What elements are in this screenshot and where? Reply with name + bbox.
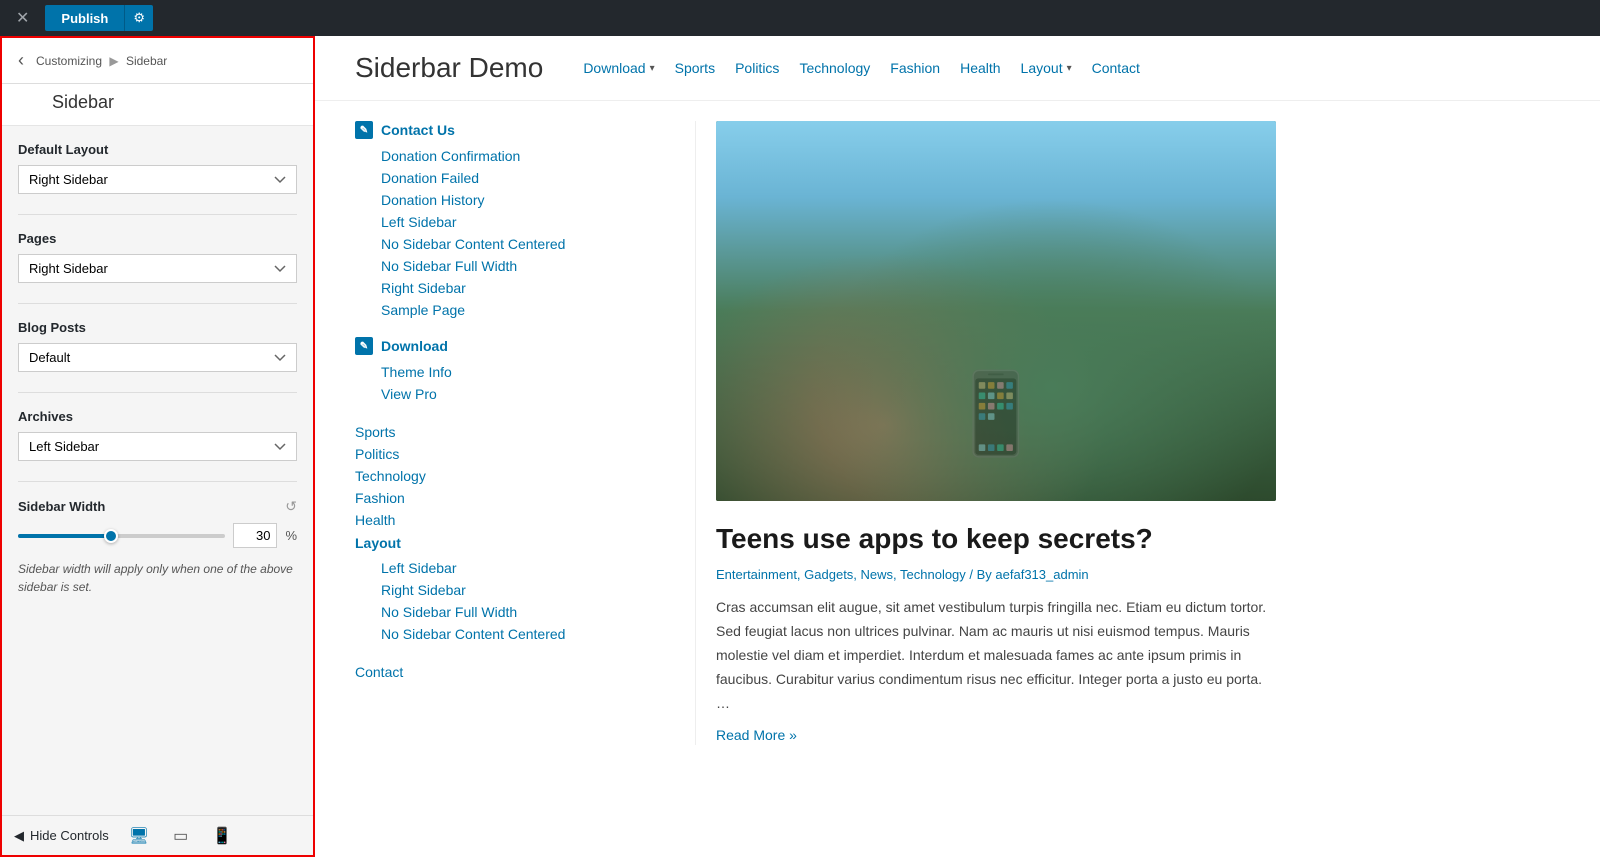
sidebar-item-contact[interactable]: Contact (355, 661, 665, 683)
default-layout-group: Default Layout Right Sidebar Left Sideba… (18, 142, 297, 194)
nav-item-fashion[interactable]: Fashion (890, 60, 940, 76)
sidebar-section-layout: Layout Left Sidebar Right Sidebar No Sid… (355, 535, 665, 645)
blog-posts-group: Blog Posts Default Right Sidebar Left Si… (18, 320, 297, 372)
content-wrapper: ✎ Contact Us Donation Confirmation Donat… (315, 101, 1600, 765)
gear-button[interactable]: ⚙ (124, 5, 153, 31)
sidebar-section-download: ✎ Download Theme Info View Pro (355, 337, 665, 405)
hide-controls-icon: ◀ (14, 828, 24, 844)
default-layout-label: Default Layout (18, 142, 297, 157)
blog-posts-select[interactable]: Default Right Sidebar Left Sidebar No Si… (18, 343, 297, 372)
breadcrumb-start: Customizing (36, 54, 102, 68)
sidebar-item-left-sidebar[interactable]: Left Sidebar (381, 211, 665, 233)
sidebar-item-theme-info[interactable]: Theme Info (381, 361, 665, 383)
sidebar-width-section: Sidebar Width ↺ % Sidebar width will app… (18, 498, 297, 596)
archives-group: Archives Left Sidebar Right Sidebar No S… (18, 409, 297, 461)
article-image (716, 121, 1276, 501)
nav-item-download[interactable]: Download ▾ (583, 60, 654, 76)
article-title: Teens use apps to keep secrets? (716, 521, 1560, 557)
sidebar-item-layout-no-centered[interactable]: No Sidebar Content Centered (381, 623, 665, 645)
sidebar-nav: ✎ Contact Us Donation Confirmation Donat… (355, 121, 695, 745)
main-container: ‹ Customizing ▶ Sidebar Sidebar Default … (0, 36, 1600, 857)
sidebar-item-sample-page[interactable]: Sample Page (381, 299, 665, 321)
sidebar-item-donation-confirmation[interactable]: Donation Confirmation (381, 145, 665, 167)
customizer-panel: ‹ Customizing ▶ Sidebar Sidebar Default … (0, 36, 315, 857)
slider-thumb[interactable] (104, 529, 118, 543)
edit-icon-download: ✎ (355, 337, 373, 355)
panel-header: ‹ Customizing ▶ Sidebar (2, 38, 313, 84)
sidebar-item-view-pro[interactable]: View Pro (381, 383, 665, 405)
desktop-device-button[interactable]: 🖥 (125, 822, 153, 850)
site-header: Siderbar Demo Download ▾ Sports Politics… (315, 36, 1600, 101)
bottom-bar: ◀ Hide Controls 🖥 ▭ 📱 (2, 815, 313, 855)
sidebar-item-layout-left[interactable]: Left Sidebar (381, 557, 665, 579)
tablet-device-button[interactable]: ▭ (169, 822, 192, 850)
sidebar-sub-items-layout: Left Sidebar Right Sidebar No Sidebar Fu… (355, 557, 665, 645)
sidebar-item-fashion[interactable]: Fashion (355, 487, 665, 509)
breadcrumb-arrow: ▶ (109, 54, 122, 68)
pages-select[interactable]: Right Sidebar Left Sidebar No Sidebar Fu… (18, 254, 297, 283)
read-more-link[interactable]: Read More » (716, 727, 797, 743)
sidebar-item-no-sidebar-content-centered[interactable]: No Sidebar Content Centered (381, 233, 665, 255)
sidebar-item-sports[interactable]: Sports (355, 421, 665, 443)
sidebar-item-donation-failed[interactable]: Donation Failed (381, 167, 665, 189)
preview-area: Siderbar Demo Download ▾ Sports Politics… (315, 36, 1600, 857)
archives-label: Archives (18, 409, 297, 424)
back-button[interactable]: ‹ (18, 50, 24, 71)
sidebar-sub-items-contact: Donation Confirmation Donation Failed Do… (355, 145, 665, 321)
sidebar-item-right-sidebar[interactable]: Right Sidebar (381, 277, 665, 299)
hide-controls-label: Hide Controls (30, 828, 109, 843)
sidebar-sub-items-download: Theme Info View Pro (355, 361, 665, 405)
archives-select[interactable]: Left Sidebar Right Sidebar No Sidebar Fu… (18, 432, 297, 461)
sidebar-section-layout-title: Layout (355, 535, 665, 551)
panel-content: Default Layout Right Sidebar Left Sideba… (2, 126, 313, 815)
slider-note: Sidebar width will apply only when one o… (18, 560, 297, 596)
nav-item-layout[interactable]: Layout ▾ (1021, 60, 1072, 76)
panel-title: Sidebar (2, 84, 313, 126)
sidebar-item-donation-history[interactable]: Donation History (381, 189, 665, 211)
close-button[interactable]: ✕ (8, 4, 37, 32)
nav-dropdown-arrow-layout: ▾ (1067, 63, 1072, 74)
publish-group: Publish ⚙ (45, 5, 153, 31)
site-title: Siderbar Demo (355, 52, 543, 84)
slider-row: % (18, 523, 297, 548)
refresh-icon[interactable]: ↺ (285, 498, 297, 515)
pages-label: Pages (18, 231, 297, 246)
article-meta: Entertainment, Gadgets, News, Technology… (716, 567, 1560, 582)
pages-group: Pages Right Sidebar Left Sidebar No Side… (18, 231, 297, 283)
nav-item-sports[interactable]: Sports (675, 60, 715, 76)
sidebar-item-no-sidebar-full-width[interactable]: No Sidebar Full Width (381, 255, 665, 277)
sidebar-section-download-title[interactable]: ✎ Download (355, 337, 665, 355)
slider-track[interactable] (18, 534, 225, 538)
mobile-device-button[interactable]: 📱 (208, 822, 236, 850)
sidebar-section-contact: ✎ Contact Us Donation Confirmation Donat… (355, 121, 665, 321)
nav-item-technology[interactable]: Technology (799, 60, 870, 76)
sidebar-item-layout-no-full[interactable]: No Sidebar Full Width (381, 601, 665, 623)
sidebar-width-label: Sidebar Width (18, 499, 105, 514)
sidebar-item-technology[interactable]: Technology (355, 465, 665, 487)
blog-posts-label: Blog Posts (18, 320, 297, 335)
sidebar-item-health[interactable]: Health (355, 509, 665, 531)
publish-button[interactable]: Publish (45, 5, 124, 31)
nav-item-politics[interactable]: Politics (735, 60, 779, 76)
default-layout-select[interactable]: Right Sidebar Left Sidebar No Sidebar Fu… (18, 165, 297, 194)
slider-value-input[interactable] (233, 523, 277, 548)
article-excerpt: Cras accumsan elit augue, sit amet vesti… (716, 596, 1276, 715)
site-nav: Download ▾ Sports Politics Technology Fa… (583, 60, 1140, 76)
sidebar-item-layout-right[interactable]: Right Sidebar (381, 579, 665, 601)
breadcrumb: Customizing ▶ Sidebar (36, 54, 167, 68)
slider-fill (18, 534, 111, 538)
hide-controls-button[interactable]: ◀ Hide Controls (14, 828, 109, 844)
sidebar-item-politics[interactable]: Politics (355, 443, 665, 465)
slider-header: Sidebar Width ↺ (18, 498, 297, 515)
edit-icon-contact: ✎ (355, 121, 373, 139)
sidebar-section-contact-title[interactable]: ✎ Contact Us (355, 121, 665, 139)
nav-dropdown-arrow: ▾ (650, 63, 655, 74)
breadcrumb-end: Sidebar (126, 54, 167, 68)
nav-item-contact[interactable]: Contact (1092, 60, 1140, 76)
nav-item-health[interactable]: Health (960, 60, 1000, 76)
slider-unit: % (285, 528, 297, 543)
main-content: Teens use apps to keep secrets? Entertai… (696, 121, 1560, 745)
top-bar: ✕ Publish ⚙ (0, 0, 1600, 36)
